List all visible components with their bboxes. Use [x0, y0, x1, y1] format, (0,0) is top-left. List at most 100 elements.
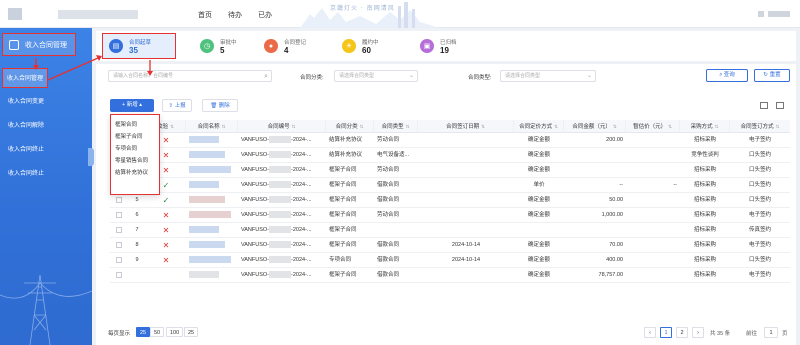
- sidebar-item-contract-change[interactable]: 收入合同变更: [0, 92, 92, 112]
- sort-icon: ⇅: [291, 124, 296, 129]
- goto-page-input[interactable]: 1: [764, 327, 778, 338]
- header-type[interactable]: 合同类型 ⇅: [374, 120, 418, 133]
- header-contract-name[interactable]: 合同名称 ⇅: [186, 120, 238, 133]
- user-avatar[interactable]: [758, 11, 764, 17]
- prev-page-button[interactable]: ‹: [644, 327, 656, 338]
- sidebar-collapse-handle[interactable]: [88, 148, 94, 166]
- header-amount[interactable]: 合同金额（元） ⇅: [564, 120, 626, 133]
- goto-label: 前往: [746, 331, 758, 337]
- cell-pricing: 确定金额: [527, 272, 550, 278]
- search-icon[interactable]: ⌕: [264, 72, 268, 82]
- page-2-button[interactable]: 2: [676, 327, 688, 338]
- header-purchase[interactable]: 采购方式 ⇅: [680, 120, 730, 133]
- cell-type: 劳动合同: [377, 212, 400, 218]
- sidebar-item-contract-terminate-2[interactable]: 收入合同终止: [0, 164, 92, 184]
- cell-type: 借款合同: [377, 257, 400, 263]
- sidebar-header[interactable]: 收入合同管理: [2, 33, 76, 56]
- page-size-100[interactable]: 100: [166, 327, 184, 337]
- stat-drafting[interactable]: ▤ 合同起草 35: [102, 33, 177, 59]
- cell-pricing: 确定金额: [527, 137, 550, 143]
- banner-slogan: 京畿灯火 · 南网清风: [330, 5, 395, 12]
- add-button[interactable]: + 新增 ▴: [110, 99, 154, 112]
- redacted-name: [189, 241, 225, 249]
- cell-pricing: 确定金额: [527, 167, 550, 173]
- header-label: 合同分类: [335, 124, 358, 130]
- code-prefix: VANFUSO-: [241, 197, 270, 203]
- sun-icon: ☀: [342, 39, 356, 53]
- stat-archived[interactable]: ▣ 已归档 19: [420, 33, 457, 59]
- row-checkbox[interactable]: [116, 271, 122, 278]
- table-row[interactable]: ✓ VANFUSO- -2024-... 框架子合同 借款合同 单价 -- -- 招标采购 口头签…: [110, 178, 790, 193]
- row-checkbox[interactable]: [116, 196, 122, 203]
- add-dropdown-menu: 框架合同 框架子合同 专项合同 零星销售合同 结算补充协议: [110, 114, 160, 195]
- table-row[interactable]: ✕ VANFUSO- -2024-... 结算补充协议 电气设备适... 确定金额 竞争性谈…: [110, 148, 790, 163]
- cell-name: [186, 208, 238, 223]
- cell-amount: [564, 223, 626, 238]
- column-settings-icon[interactable]: [760, 102, 768, 109]
- redacted-code: [269, 151, 292, 159]
- table-row[interactable]: ✕ VANFUSO- -2024-... 结算补充协议 劳动合同 确定金额 200.00 招标…: [110, 133, 790, 148]
- category-select[interactable]: 请选择合同类型 ⌄: [334, 70, 418, 82]
- code-suffix: -2024-...: [291, 212, 312, 218]
- redacted-code: [269, 196, 292, 204]
- header-pricing[interactable]: 合同定价方式 ⇅: [514, 120, 564, 133]
- table-row[interactable]: VANFUSO- -2024-... 框架子合同 借款合同 确定金额 78,757.00 招…: [110, 268, 790, 283]
- menu-item-settlement-supplement[interactable]: 结算补充协议: [111, 167, 159, 179]
- cell-pricing: [514, 223, 564, 238]
- code-prefix: VANFUSO-: [241, 137, 270, 143]
- cell-category: 结算补充协议: [329, 152, 363, 158]
- table-row[interactable]: ✕ VANFUSO- -2024-... 框架子合同 劳动合同 确定金额 招标采购 口头签约: [110, 163, 790, 178]
- cell-est: [626, 163, 680, 178]
- stat-approving[interactable]: ◷ 审批中 5: [200, 33, 237, 59]
- cell-chk: [110, 208, 128, 223]
- nav-home[interactable]: 首页: [198, 10, 212, 20]
- header-category[interactable]: 合同分类 ⇅: [326, 120, 374, 133]
- table-row[interactable]: 5 ✓ VANFUSO- -2024-... 框架子合同 借款合同 确定金额 50.00 招标采…: [110, 193, 790, 208]
- redacted-name: [189, 271, 219, 279]
- page-size-50[interactable]: 50: [150, 327, 165, 337]
- type-select[interactable]: 请选择合同类型 ⌄: [500, 70, 596, 82]
- header-contract-code[interactable]: 合同编号 ⇅: [238, 120, 326, 133]
- next-page-button[interactable]: ›: [692, 327, 704, 338]
- user-name[interactable]: [768, 11, 790, 17]
- page-size-25[interactable]: 25: [136, 327, 151, 337]
- page-1-button[interactable]: 1: [660, 327, 672, 338]
- table-row[interactable]: 7 ✕ VANFUSO- -2024-... 框架子合同 招标采购 传真签约: [110, 223, 790, 238]
- header-sign-date[interactable]: 合同签订日期 ⇅: [418, 120, 514, 133]
- cell-est: [626, 223, 680, 238]
- cell-type: 借款合同: [377, 272, 400, 278]
- nav-todo[interactable]: 待办: [228, 10, 242, 20]
- menu-item-special[interactable]: 专项合同: [111, 143, 159, 155]
- search-input[interactable]: 请输入合同名称、合同编号 ⌕: [108, 70, 272, 82]
- row-checkbox[interactable]: [116, 226, 122, 233]
- header-sign-method[interactable]: 合同签订方式 ⇅: [730, 120, 790, 133]
- fullscreen-icon[interactable]: [776, 102, 784, 109]
- stat-registration[interactable]: ● 合同登记 4: [264, 33, 306, 59]
- invalid-icon: ✕: [162, 241, 170, 250]
- table-row[interactable]: 9 ✕ VANFUSO- -2024-... 专项合同 借款合同 2024-10-14 确定金…: [110, 253, 790, 268]
- sidebar-item-contract-management[interactable]: 收入合同管理: [2, 68, 48, 88]
- header-estimate[interactable]: 暂估价（元） ⇅: [626, 120, 680, 133]
- cell-amount: 78,757.00: [598, 272, 623, 278]
- delete-button[interactable]: 🗑 删除: [202, 99, 238, 112]
- sidebar-item-contract-terminate[interactable]: 收入合同终止: [0, 140, 92, 160]
- nav-done[interactable]: 已办: [258, 10, 272, 20]
- header-label: 合同金额（元）: [572, 124, 611, 130]
- page-size-current[interactable]: 25: [184, 327, 199, 337]
- menu-item-framework[interactable]: 框架合同: [111, 119, 159, 131]
- table-row[interactable]: 6 ✕ VANFUSO- -2024-... 框架子合同 劳动合同 确定金额 1,000.00…: [110, 208, 790, 223]
- row-checkbox[interactable]: [116, 256, 122, 263]
- cell-date: 2024-10-14: [451, 257, 481, 263]
- upload-button[interactable]: ⇧ 上报: [162, 99, 192, 112]
- cell-pricing: 确定金额: [527, 257, 550, 263]
- stat-performing[interactable]: ☀ 履约中 60: [342, 33, 379, 59]
- redacted-code: [269, 181, 292, 189]
- query-button[interactable]: ⌕ 查询: [706, 69, 748, 82]
- row-checkbox[interactable]: [116, 241, 122, 248]
- menu-item-sub-framework[interactable]: 框架子合同: [111, 131, 159, 143]
- menu-item-retail-sales[interactable]: 零星销售合同: [111, 155, 159, 167]
- row-checkbox[interactable]: [116, 211, 122, 218]
- reset-button[interactable]: ↻ 重置: [754, 69, 790, 82]
- sidebar-item-contract-cancel[interactable]: 收入合同解除: [0, 116, 92, 136]
- table-row[interactable]: 8 ✕ VANFUSO- -2024-... 框架子合同 借款合同 2024-10-14 确定…: [110, 238, 790, 253]
